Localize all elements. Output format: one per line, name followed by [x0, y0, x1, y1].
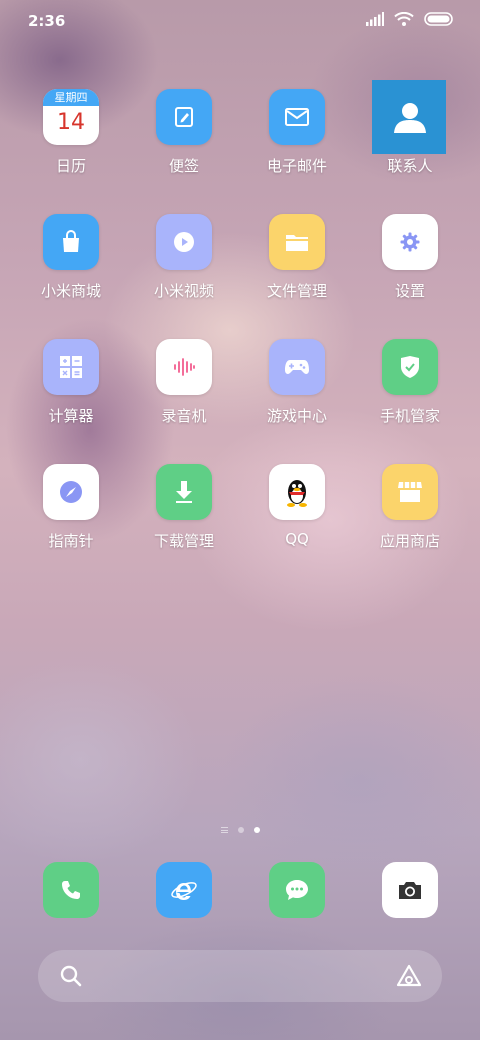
- app-label: 联系人: [387, 157, 433, 175]
- shield-icon: [382, 339, 438, 395]
- download-icon: [156, 464, 212, 520]
- app-settings[interactable]: 设置: [354, 214, 466, 301]
- app-label: 日历: [55, 157, 86, 175]
- app-qq[interactable]: QQ: [241, 464, 353, 548]
- app-label: 小米商城: [40, 282, 101, 300]
- page-dot-active: [253, 827, 260, 833]
- status-time: 2:36: [28, 12, 66, 30]
- page-indicator[interactable]: [0, 824, 480, 836]
- app-label: 录音机: [161, 407, 207, 425]
- app-label: 设置: [394, 282, 425, 300]
- app-game-center[interactable]: 游戏中心: [241, 339, 353, 426]
- messages-icon: [286, 880, 308, 900]
- calendar-icon: 星期四 14: [43, 89, 99, 145]
- app-notes[interactable]: 便签: [128, 89, 240, 176]
- dock-camera-button[interactable]: [382, 862, 438, 918]
- calendar-weekday: 星期四: [43, 89, 99, 106]
- app-label: 下载管理: [153, 532, 214, 550]
- phone-icon: [62, 881, 80, 899]
- penguin-icon: [269, 464, 325, 520]
- app-label: 计算器: [48, 407, 94, 425]
- app-compass[interactable]: 指南针: [15, 464, 127, 551]
- shopping-bag-icon: [43, 214, 99, 270]
- gamepad-icon: [269, 339, 325, 395]
- status-icons: [366, 12, 454, 26]
- browser-icon: [171, 882, 197, 900]
- gear-icon: [382, 214, 438, 270]
- app-security[interactable]: 手机管家: [354, 339, 466, 426]
- app-label: 指南针: [48, 532, 94, 550]
- app-file-manager[interactable]: 文件管理: [241, 214, 353, 301]
- app-contacts[interactable]: 联系人: [354, 89, 466, 176]
- compass-icon: [43, 464, 99, 520]
- notes-icon: [156, 89, 212, 145]
- app-mi-store[interactable]: 小米商城: [15, 214, 127, 301]
- app-calculator[interactable]: 计算器: [15, 339, 127, 426]
- signal-icon: [366, 12, 384, 26]
- app-label: 应用商店: [379, 532, 440, 550]
- app-label: 游戏中心: [266, 407, 327, 425]
- app-recorder[interactable]: 录音机: [128, 339, 240, 426]
- page-menu-indicator: [220, 827, 228, 833]
- battery-icon: [424, 12, 453, 26]
- waveform-icon: [156, 339, 212, 395]
- dock-messages-button[interactable]: [269, 862, 325, 918]
- dock-phone-button[interactable]: [43, 862, 99, 918]
- app-label: 手机管家: [379, 407, 440, 425]
- app-label: 便签: [168, 157, 199, 175]
- app-label: 文件管理: [266, 282, 327, 300]
- app-app-store[interactable]: 应用商店: [354, 464, 466, 551]
- app-label: 小米视频: [153, 282, 214, 300]
- storefront-icon: [382, 464, 438, 520]
- contact-person-icon: [382, 89, 438, 145]
- calculator-icon: [43, 339, 99, 395]
- search-bar[interactable]: [38, 950, 442, 1002]
- status-bar: 2:36: [0, 0, 480, 40]
- app-label: QQ: [285, 530, 309, 548]
- search-icon[interactable]: [60, 965, 82, 987]
- app-label: 电子邮件: [266, 157, 327, 175]
- app-email[interactable]: 电子邮件: [241, 89, 353, 176]
- assistant-icon[interactable]: [396, 964, 422, 988]
- app-mi-video[interactable]: 小米视频: [128, 214, 240, 301]
- wifi-icon: [394, 12, 414, 26]
- folder-icon: [269, 214, 325, 270]
- camera-icon: [399, 882, 421, 899]
- app-downloads[interactable]: 下载管理: [128, 464, 240, 551]
- dock-browser-button[interactable]: [156, 862, 212, 918]
- mail-icon: [269, 89, 325, 145]
- calendar-day: 14: [57, 110, 85, 135]
- play-icon: [156, 214, 212, 270]
- app-calendar[interactable]: 星期四 14 日历: [15, 89, 127, 176]
- page-dot: [237, 827, 244, 833]
